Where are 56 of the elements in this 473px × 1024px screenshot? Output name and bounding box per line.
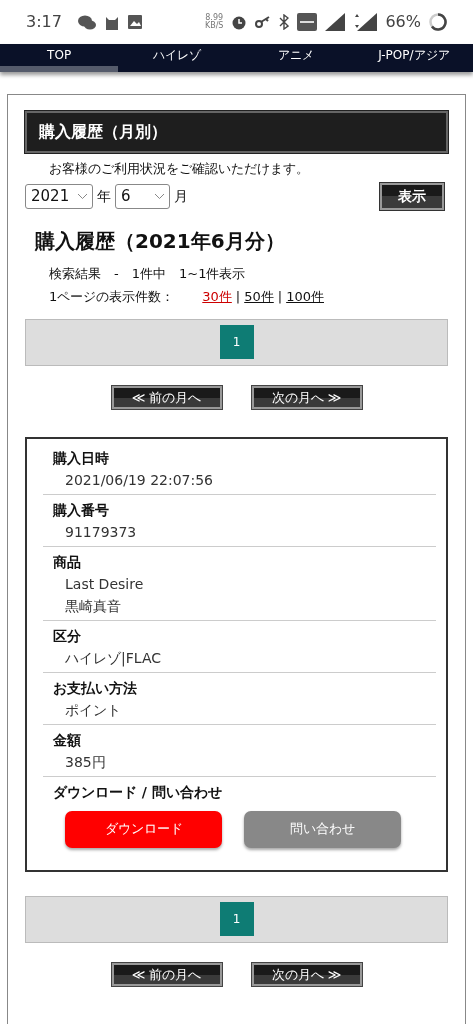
download-button[interactable]: ダウンロード bbox=[65, 810, 222, 848]
next-month-button[interactable]: 次の月へ ≫ bbox=[251, 962, 362, 986]
field-label: 購入日時 bbox=[52, 448, 110, 468]
image-icon bbox=[127, 15, 142, 29]
field-value: 91179373 bbox=[64, 522, 138, 542]
field-label: ダウンロード / 問い合わせ bbox=[52, 782, 223, 802]
per-page-link[interactable]: 30件 bbox=[202, 287, 232, 307]
per-page-link[interactable]: 50件 bbox=[244, 287, 274, 307]
previous-month-button[interactable]: ≪ 前の月へ bbox=[111, 385, 222, 409]
show-button[interactable]: 表示 bbox=[380, 182, 444, 210]
month-label: 月 bbox=[174, 186, 188, 206]
caret-icon bbox=[77, 192, 88, 200]
next-month-button[interactable]: 次の月へ ≫ bbox=[251, 385, 362, 409]
field-label: 商品 bbox=[52, 552, 82, 572]
intro-text: お客様のご利用状況をご確認いただけます。 bbox=[48, 160, 310, 178]
page-button[interactable]: 1 bbox=[219, 902, 254, 936]
alarm-icon bbox=[231, 14, 248, 30]
battery-percentage: 66% bbox=[385, 11, 421, 33]
section-title: 購入履歴（月別） bbox=[25, 111, 448, 153]
field-value: Last Desire bbox=[64, 574, 145, 594]
field-value: 2021/06/19 22:07:56 bbox=[64, 470, 215, 490]
field-label: 区分 bbox=[52, 626, 82, 646]
nav-tab[interactable]: J-POP/アジア bbox=[354, 44, 473, 72]
nav-tab[interactable]: TOP bbox=[0, 44, 119, 72]
result-summary: 検索結果 - 1件中 1~1件表示 bbox=[49, 264, 247, 283]
signal-icon bbox=[325, 13, 346, 31]
battery-icon bbox=[429, 13, 447, 31]
cat-icon bbox=[103, 14, 120, 30]
field-value: 黒崎真音 bbox=[64, 596, 122, 616]
key-icon bbox=[255, 16, 272, 28]
previous-month-button[interactable]: ≪ 前の月へ bbox=[111, 962, 222, 986]
network-speed: 8.99 bbox=[204, 14, 224, 22]
page-button[interactable]: 1 bbox=[219, 325, 254, 359]
per-page-link[interactable]: 100件 bbox=[286, 287, 324, 307]
nav-tab[interactable]: アニメ bbox=[236, 44, 355, 72]
clock: 3:17 bbox=[26, 11, 62, 33]
separator: | bbox=[235, 288, 241, 306]
field-label: 金額 bbox=[52, 730, 82, 750]
caret-icon bbox=[154, 192, 165, 200]
per-page-label: 1ページの表示件数： bbox=[49, 288, 175, 306]
signal-icon bbox=[353, 13, 378, 31]
field-label: 購入番号 bbox=[52, 500, 110, 520]
field-label: お支払い方法 bbox=[52, 678, 138, 698]
nav-tab[interactable]: ハイレゾ bbox=[118, 44, 237, 72]
chat-icon bbox=[77, 14, 96, 30]
network-speed-unit: KB/S bbox=[204, 22, 224, 30]
bluetooth-icon bbox=[279, 14, 290, 30]
results-title: 購入履歴（2021年6月分） bbox=[35, 227, 286, 255]
inquiry-button[interactable]: 問い合わせ bbox=[244, 810, 401, 848]
separator: | bbox=[277, 288, 283, 306]
field-value: ポイント bbox=[64, 700, 122, 720]
select-field[interactable]: 6 bbox=[115, 183, 170, 209]
select-field[interactable]: 2021 bbox=[25, 183, 93, 209]
field-value: ハイレゾ|FLAC bbox=[64, 648, 162, 669]
field-value: 385円 bbox=[64, 752, 107, 772]
year-label: 年 bbox=[97, 186, 111, 206]
